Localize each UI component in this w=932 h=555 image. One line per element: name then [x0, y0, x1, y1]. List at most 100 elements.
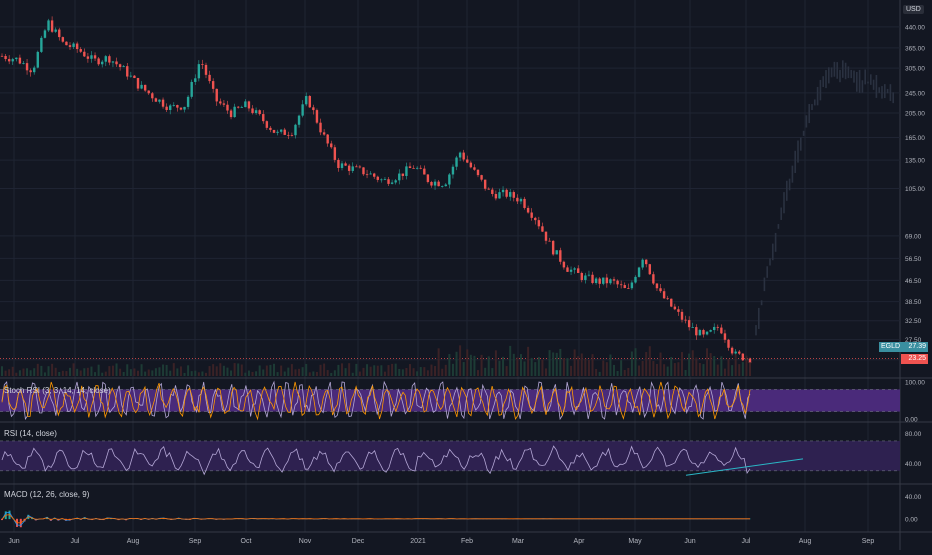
volume-bar [90, 367, 92, 376]
volume-bar [566, 358, 568, 376]
volume-bar [588, 360, 590, 376]
candle-body [216, 89, 218, 102]
macd-legend[interactable]: MACD (12, 26, close, 9) [4, 490, 89, 499]
volume-bar [280, 366, 282, 376]
volume-bar [345, 368, 347, 376]
candle-body [380, 179, 382, 180]
candle-body [276, 132, 278, 133]
volume-bar [65, 371, 67, 376]
candle-body [559, 250, 561, 262]
volume-bar [252, 372, 254, 376]
currency-label[interactable]: USD [903, 5, 924, 14]
candle-body [58, 30, 60, 38]
candle-body [649, 264, 651, 274]
volume-bar [638, 366, 640, 376]
volume-bar [692, 350, 694, 376]
rsi-legend[interactable]: RSI (14, close) [4, 429, 57, 438]
volume-bar [219, 363, 221, 376]
candle-body [423, 169, 425, 175]
y-tick-label: 105.00 [905, 186, 925, 193]
volume-bar [116, 363, 118, 376]
candle-body [162, 100, 164, 107]
volume-bar [516, 357, 518, 376]
candle-body [8, 59, 10, 61]
volume-bar [534, 362, 536, 376]
x-tick-label: Mar [512, 538, 525, 545]
candle-body [12, 59, 14, 61]
candle-body [280, 130, 282, 132]
candle-body [530, 213, 532, 218]
candle-body [455, 158, 457, 167]
volume-bar [441, 369, 443, 376]
volume-bar [323, 364, 325, 376]
y-tick-label: 46.50 [905, 278, 922, 285]
macd-tick-label: 0.00 [905, 516, 918, 523]
candle-body [90, 55, 92, 59]
volume-bar [130, 369, 132, 376]
volume-bar [624, 370, 626, 376]
rsi-tick-label: 40.00 [905, 461, 922, 468]
candle-body [373, 174, 375, 177]
volume-bar [448, 354, 450, 376]
volume-bar [552, 352, 554, 376]
volume-bar [237, 363, 239, 376]
candle-body [15, 58, 17, 59]
candle-body [233, 107, 235, 117]
x-tick-label: Apr [574, 538, 586, 545]
volume-bar [312, 371, 314, 376]
candle-body [176, 105, 178, 108]
volume-bar [459, 345, 461, 376]
candle-body [69, 45, 71, 47]
y-tick-label: 165.00 [905, 135, 925, 142]
volume-bar [484, 368, 486, 376]
y-tick-label: 205.00 [905, 110, 925, 117]
candle-body [348, 166, 350, 171]
candle-body [1, 56, 3, 57]
chart-root[interactable]: JunJulAugSepOctNovDec2021FebMarAprMayJun… [0, 0, 932, 550]
candle-body [341, 163, 343, 168]
volume-bar [395, 364, 397, 376]
volume-bar [617, 371, 619, 376]
candle-body [65, 42, 67, 45]
candle-body [201, 64, 203, 65]
volume-bar [656, 364, 658, 376]
candle-body [194, 78, 196, 82]
volume-bar [327, 370, 329, 376]
candle-body [309, 96, 311, 107]
candle-body [337, 160, 339, 168]
volume-bar [334, 370, 336, 376]
candle-body [51, 20, 53, 31]
volume-bar [173, 363, 175, 376]
volume-bar [187, 365, 189, 376]
volume-bar [488, 356, 490, 376]
volume-bar [631, 352, 633, 376]
volume-bar [137, 371, 139, 376]
candle-body [377, 177, 379, 180]
volume-bar [402, 369, 404, 376]
candle-body [251, 108, 253, 113]
volume-bar [420, 367, 422, 376]
candle-body [727, 340, 729, 348]
volume-bar [599, 372, 601, 376]
volume-bar [495, 350, 497, 376]
volume-bar [48, 366, 50, 376]
candle-body [394, 180, 396, 182]
volume-bar [194, 371, 196, 376]
candle-body [130, 76, 132, 77]
volume-bar [405, 368, 407, 376]
chart-canvas[interactable]: JunJulAugSepOctNovDec2021FebMarAprMayJun… [0, 0, 932, 550]
candle-body [488, 189, 490, 190]
volume-bar [1, 366, 3, 376]
volume-bar [69, 368, 71, 376]
volume-bar [105, 372, 107, 376]
candle-body [269, 128, 271, 130]
volume-bar [112, 366, 114, 376]
candle-body [681, 312, 683, 320]
volume-bar [620, 360, 622, 376]
candle-body [452, 167, 454, 175]
volume-bar [481, 355, 483, 376]
stoch-legend[interactable]: Stoch RSI (3, 3, 14, 14, close) [4, 386, 111, 395]
volume-bar [649, 346, 651, 376]
volume-bar [380, 365, 382, 376]
volume-bar [466, 349, 468, 376]
